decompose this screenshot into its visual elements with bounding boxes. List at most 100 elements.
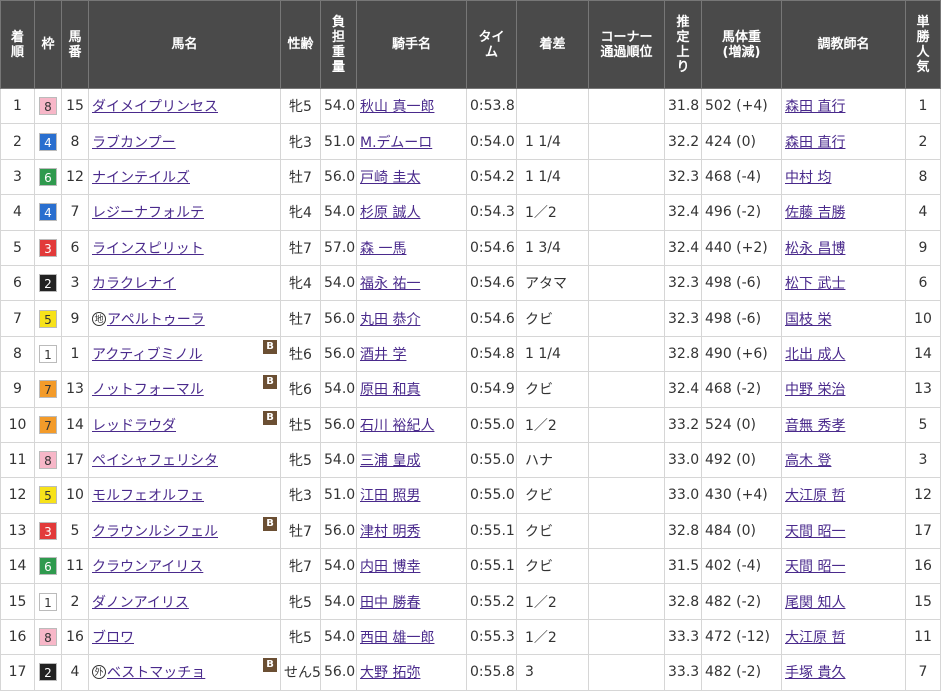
horse-name-link[interactable]: クラウンアイリス — [92, 559, 203, 575]
horse-name-link[interactable]: ナインテイルズ — [92, 170, 190, 186]
body-weight-cell: 402 (-4) — [701, 548, 782, 585]
margin-cell: クビ — [516, 300, 589, 337]
weight-cell: 54.0 — [320, 371, 357, 408]
jockey-link[interactable]: 大野 拓弥 — [360, 665, 420, 681]
horse-name-link[interactable]: ブロワ — [92, 630, 134, 646]
rank-cell: 9 — [0, 371, 35, 408]
weight-cell: 54.0 — [320, 264, 357, 302]
jockey-link[interactable]: 原田 和真 — [360, 382, 420, 398]
jockey-link[interactable]: 酒井 学 — [360, 347, 406, 363]
horse-cell: 外ベストマッチョ B — [88, 654, 281, 691]
margin-cell — [516, 87, 589, 125]
trainer-link[interactable]: 松永 昌博 — [785, 241, 845, 257]
waku-cell: 7 — [34, 371, 62, 408]
header-margin: 着差 — [516, 0, 589, 89]
horse-name-link[interactable]: レジーナフォルテ — [92, 205, 204, 221]
weight-cell: 54.0 — [320, 441, 357, 479]
trainer-link[interactable]: 高木 登 — [785, 453, 831, 469]
horse-name-link[interactable]: モルフェオルフェ — [92, 488, 204, 504]
waku-cell: 1 — [34, 335, 62, 373]
horse-name-link[interactable]: ラインスピリット — [92, 241, 204, 257]
margin-cell: 1 1/4 — [516, 158, 589, 196]
trainer-link[interactable]: 大江原 哲 — [785, 488, 845, 504]
trainer-link[interactable]: 大江原 哲 — [785, 630, 845, 646]
horse-name-link[interactable]: ダノンアイリス — [92, 595, 189, 611]
time-cell: 0:54.2 — [466, 158, 517, 196]
popularity-cell: 2 — [905, 123, 941, 160]
horse-cell: アクティブミノル B — [88, 335, 281, 373]
jockey-cell: M.デムーロ — [356, 123, 467, 160]
horse-cell: カラクレナイ — [88, 264, 281, 302]
table-row: 11 8 17 ペイシャフェリシタ 牝5 54.0 三浦 皇成 0:55.0 ハナ 33.0 492… — [0, 441, 941, 479]
trainer-link[interactable]: 森田 直行 — [785, 99, 845, 115]
waku-badge: 5 — [39, 486, 57, 505]
horse-cell: モルフェオルフェ — [88, 477, 281, 514]
jockey-link[interactable]: 内田 博幸 — [360, 559, 420, 575]
trainer-cell: 中野 栄治 — [781, 371, 906, 408]
horse-cell: ペイシャフェリシタ — [88, 441, 281, 479]
waku-cell: 4 — [34, 123, 62, 160]
jockey-link[interactable]: 江田 照男 — [360, 488, 420, 504]
horse-name-link[interactable]: クラウンルシフェル — [92, 524, 218, 540]
corner-cell — [588, 406, 665, 443]
horse-name-link[interactable]: ベストマッチョ — [107, 665, 205, 681]
trainer-cell: 松下 武士 — [781, 264, 906, 302]
jockey-link[interactable]: 津村 明秀 — [360, 524, 420, 540]
agari-cell: 33.0 — [664, 477, 702, 514]
jockey-link[interactable]: 西田 雄一郎 — [360, 630, 434, 646]
trainer-link[interactable]: 音無 秀孝 — [785, 418, 845, 434]
body-weight-cell: 468 (-2) — [701, 371, 782, 408]
jockey-cell: 石川 裕紀人 — [356, 406, 467, 443]
weight-cell: 54.0 — [320, 583, 357, 620]
trainer-link[interactable]: 天間 昭一 — [785, 559, 845, 575]
horse-name-link[interactable]: ラブカンプー — [92, 135, 176, 151]
jockey-link[interactable]: 森 一馬 — [360, 241, 406, 257]
agari-cell: 32.4 — [664, 194, 702, 231]
horse-name-link[interactable]: カラクレナイ — [92, 276, 176, 292]
table-row: 14 6 11 クラウンアイリス 牝7 54.0 内田 博幸 0:55.1 クビ 31.5 402 … — [0, 548, 941, 585]
trainer-link[interactable]: 佐藤 吉勝 — [785, 205, 845, 221]
jockey-link[interactable]: 戸崎 圭太 — [360, 170, 420, 186]
horse-name-link[interactable]: ペイシャフェリシタ — [92, 453, 218, 469]
trainer-link[interactable]: 中村 均 — [785, 170, 831, 186]
waku-cell: 8 — [34, 87, 62, 125]
body-weight-cell: 482 (-2) — [701, 583, 782, 620]
jockey-link[interactable]: 秋山 真一郎 — [360, 99, 434, 115]
body-weight-cell: 498 (-6) — [701, 300, 782, 337]
margin-cell: 1／2 — [516, 194, 589, 231]
jockey-cell: 内田 博幸 — [356, 548, 467, 585]
margin-cell: クビ — [516, 512, 589, 550]
popularity-cell: 7 — [905, 654, 941, 691]
trainer-link[interactable]: 北出 成人 — [785, 347, 845, 363]
trainer-link[interactable]: 尾関 知人 — [785, 595, 845, 611]
jockey-link[interactable]: 三浦 皇成 — [360, 453, 420, 469]
popularity-cell: 12 — [905, 477, 941, 514]
trainer-link[interactable]: 中野 栄治 — [785, 382, 845, 398]
trainer-link[interactable]: 天間 昭一 — [785, 524, 845, 540]
jockey-link[interactable]: 石川 裕紀人 — [360, 418, 434, 434]
rank-cell: 16 — [0, 618, 35, 656]
corner-cell — [588, 87, 665, 125]
margin-cell: 1／2 — [516, 406, 589, 443]
trainer-link[interactable]: 国枝 栄 — [785, 312, 831, 328]
horse-name-link[interactable]: ダイメイプリンセス — [92, 99, 218, 115]
jockey-link[interactable]: 杉原 誠人 — [360, 205, 420, 221]
trainer-link[interactable]: 手塚 貴久 — [785, 665, 845, 681]
corner-cell — [588, 548, 665, 585]
horse-name-link[interactable]: レッドラウダ — [92, 418, 176, 434]
margin-cell: クビ — [516, 477, 589, 514]
jockey-link[interactable]: 福永 祐一 — [360, 276, 420, 292]
horse-name-link[interactable]: ノットフォーマル — [92, 382, 204, 398]
rank-cell: 3 — [0, 158, 35, 196]
waku-cell: 3 — [34, 229, 62, 266]
agari-cell: 32.8 — [664, 583, 702, 620]
trainer-link[interactable]: 森田 直行 — [785, 135, 845, 151]
jockey-link[interactable]: 田中 勝春 — [360, 595, 420, 611]
jockey-link[interactable]: M.デムーロ — [360, 135, 432, 151]
horse-name-link[interactable]: アクティブミノル — [92, 347, 202, 363]
rank-cell: 2 — [0, 123, 35, 160]
jockey-link[interactable]: 丸田 恭介 — [360, 312, 420, 328]
horse-name-link[interactable]: アペルトゥーラ — [107, 312, 205, 328]
waku-badge: 8 — [39, 97, 57, 116]
trainer-link[interactable]: 松下 武士 — [785, 276, 845, 292]
